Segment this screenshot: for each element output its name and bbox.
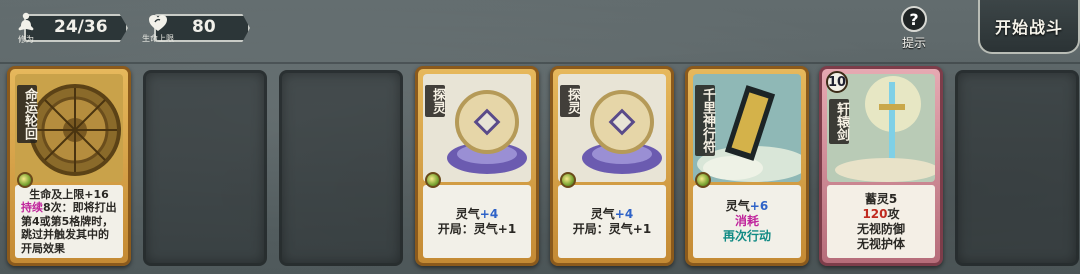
effect-value: +6 (749, 199, 769, 213)
card-name: 千里神行符 (695, 85, 715, 156)
card-name: 探灵 (425, 85, 445, 117)
card-line-2: 持续8次：即将打出第4或第5格牌时，跳过并触发其中的开局效果 (21, 201, 117, 255)
card-gem-icon (560, 172, 576, 188)
keyword-sustain: 持续 (21, 201, 43, 215)
card-line-1: 灵气+4 (456, 207, 498, 222)
card-name: 命运轮回 (17, 85, 37, 143)
card-slot-empty[interactable] (955, 70, 1079, 266)
card-line-3: 再次行动 (722, 229, 771, 243)
card-description: 灵气+4 开局：灵气+1 (558, 185, 666, 258)
max-life-stat: 生命上限 80 (136, 10, 252, 46)
effect-value: +4 (479, 206, 499, 221)
help-button[interactable]: ? 提示 (896, 6, 932, 52)
card-fate-cycle[interactable]: 命运轮回 生命及上限+16 持续8次：即将打出第4或第5格牌时，跳过并触发其中的… (7, 66, 131, 266)
card-line-2: 120攻 (862, 207, 899, 222)
cultivation-stat: 修为 24/36 (6, 10, 128, 46)
card-line-2: 消耗 (734, 214, 759, 228)
attack-value: 120 (862, 206, 888, 221)
card-line-1: 灵气+6 (726, 199, 768, 214)
effect-label: 灵气 (725, 199, 750, 213)
card-gem-icon (425, 172, 441, 188)
card-slot-empty[interactable] (279, 70, 403, 266)
card-description: 生命及上限+16 持续8次：即将打出第4或第5格牌时，跳过并触发其中的开局效果 (15, 185, 123, 258)
card-probe-spirit[interactable]: 探灵 灵气+4 开局：灵气+1 (415, 66, 539, 266)
card-cost-badge: 10 (826, 71, 848, 93)
card-gem-icon (695, 172, 711, 188)
help-label: 提示 (901, 36, 926, 50)
heart-icon: 生命上限 (136, 10, 180, 46)
card-gem-icon (17, 172, 33, 188)
question-icon: ? (901, 6, 927, 32)
card-swift-talisman[interactable]: 千里神行符 灵气+6 消耗 再次行动 (685, 66, 809, 266)
cultivation-value: 24/36 (54, 17, 108, 37)
card-description: 灵气+4 开局：灵气+1 (423, 185, 531, 258)
max-life-value: 80 (192, 17, 216, 37)
card-line-1: 蓄灵5 (864, 191, 898, 206)
card-slot-empty[interactable] (143, 70, 267, 266)
card-line-1: 生命及上限+16 (29, 187, 109, 201)
card-xuanyuan-sword[interactable]: 10 轩辕剑 蓄灵5 120攻 无视防御 无视护体 (819, 66, 943, 266)
card-line-2: 开局：灵气+1 (572, 221, 652, 236)
card-name: 轩辕剑 (829, 99, 849, 144)
effect-value: +4 (614, 206, 634, 221)
card-name: 探灵 (560, 85, 580, 117)
start-battle-button[interactable]: 开始战斗 (978, 0, 1080, 54)
meditation-icon: 修为 (6, 10, 46, 46)
effect-label: 灵气 (590, 206, 615, 221)
effect-label: 灵气 (455, 206, 480, 221)
card-probe-spirit[interactable]: 探灵 灵气+4 开局：灵气+1 (550, 66, 674, 266)
card-line-3: 无视防御 (856, 221, 905, 236)
board-divider (0, 62, 1080, 64)
card-description: 蓄灵5 120攻 无视防御 无视护体 (827, 185, 935, 258)
start-battle-label: 开始战斗 (994, 18, 1063, 37)
card-line-2: 开局：灵气+1 (437, 221, 517, 236)
card-line-4: 无视护体 (856, 236, 905, 251)
max-life-label: 生命上限 (142, 34, 174, 43)
card-description: 灵气+6 消耗 再次行动 (693, 185, 801, 258)
attack-label: 攻 (887, 206, 900, 221)
card-line-1: 灵气+4 (591, 207, 633, 222)
cultivation-label: 修为 (18, 35, 34, 44)
